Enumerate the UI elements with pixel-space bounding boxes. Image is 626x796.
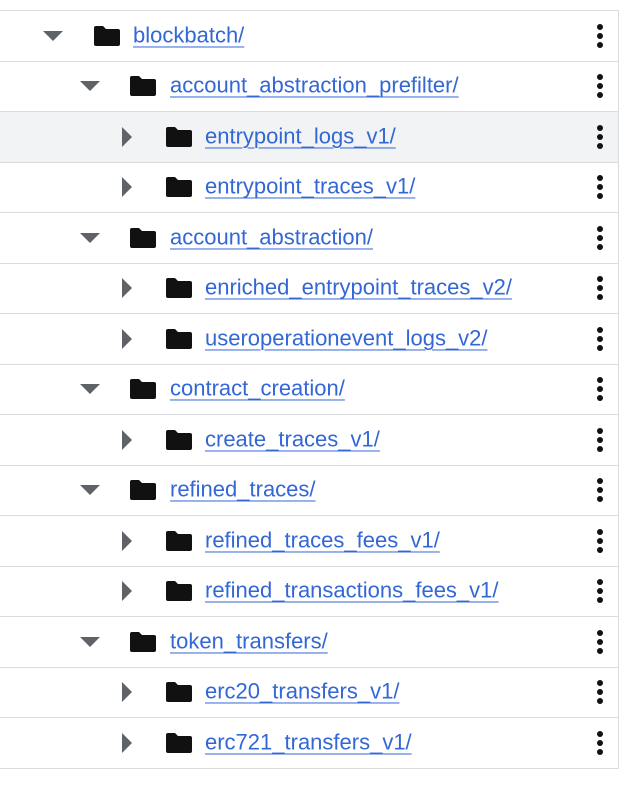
expand-toggle[interactable] <box>115 731 139 755</box>
folder-icon <box>166 530 192 551</box>
folder-icon <box>130 379 156 400</box>
folder-icon <box>166 328 192 349</box>
more-vertical-icon[interactable] <box>588 526 612 556</box>
folder-icon <box>166 732 192 753</box>
folder-link[interactable]: create_traces_v1/ <box>205 426 380 452</box>
collapse-toggle[interactable] <box>41 24 65 48</box>
folder-link[interactable]: erc721_transfers_v1/ <box>205 729 412 755</box>
collapse-toggle[interactable] <box>78 630 102 654</box>
more-vertical-icon[interactable] <box>588 324 612 354</box>
folder-icon <box>166 581 192 602</box>
expand-toggle[interactable] <box>115 529 139 553</box>
tree-row-5: enriched_entrypoint_traces_v2/ <box>0 264 618 314</box>
folder-link[interactable]: entrypoint_traces_v1/ <box>205 174 415 200</box>
expand-toggle[interactable] <box>115 579 139 603</box>
triangle-right-icon <box>122 682 132 703</box>
tree-row-8: create_traces_v1/ <box>0 415 618 466</box>
folder-icon <box>130 76 156 97</box>
triangle-right-icon <box>122 278 132 299</box>
folder-icon <box>130 480 156 501</box>
folder-icon <box>130 227 156 248</box>
more-vertical-icon[interactable] <box>588 728 612 758</box>
folder-icon <box>94 25 120 46</box>
tree-row-4: account_abstraction/ <box>0 213 618 264</box>
folder-link[interactable]: refined_transactions_fees_v1/ <box>205 578 499 604</box>
folder-icon <box>130 631 156 652</box>
folder-link[interactable]: account_abstraction/ <box>170 224 373 250</box>
collapse-toggle[interactable] <box>78 377 102 401</box>
expand-toggle[interactable] <box>115 680 139 704</box>
folder-icon <box>166 126 192 147</box>
more-vertical-icon[interactable] <box>588 122 612 152</box>
triangle-right-icon <box>122 429 132 450</box>
expand-toggle[interactable] <box>115 125 139 149</box>
tree-row-14: erc721_transfers_v1/ <box>0 718 618 769</box>
expand-toggle[interactable] <box>115 428 139 452</box>
folder-link[interactable]: erc20_transfers_v1/ <box>205 679 399 705</box>
collapse-toggle[interactable] <box>78 478 102 502</box>
tree-row-1: account_abstraction_prefilter/ <box>0 62 618 112</box>
folder-link[interactable]: useroperationevent_logs_v2/ <box>205 325 488 351</box>
triangle-down-icon <box>80 636 100 647</box>
tree-row-0: blockbatch/ <box>0 11 618 62</box>
tree-row-2: entrypoint_logs_v1/ <box>0 112 618 163</box>
more-vertical-icon[interactable] <box>588 576 612 606</box>
tree-row-12: token_transfers/ <box>0 617 618 668</box>
folder-link[interactable]: refined_traces/ <box>170 477 316 503</box>
more-vertical-icon[interactable] <box>588 475 612 505</box>
triangle-right-icon <box>122 126 132 147</box>
triangle-down-icon <box>80 81 100 92</box>
triangle-down-icon <box>80 384 100 395</box>
folder-icon <box>166 429 192 450</box>
tree-row-6: useroperationevent_logs_v2/ <box>0 314 618 365</box>
tree-row-9: refined_traces/ <box>0 466 618 516</box>
folder-link[interactable]: entrypoint_logs_v1/ <box>205 123 396 149</box>
more-vertical-icon[interactable] <box>588 627 612 657</box>
folder-link[interactable]: enriched_entrypoint_traces_v2/ <box>205 275 512 301</box>
triangle-down-icon <box>80 232 100 243</box>
expand-toggle[interactable] <box>115 175 139 199</box>
expand-toggle[interactable] <box>115 327 139 351</box>
expand-toggle[interactable] <box>115 276 139 300</box>
more-vertical-icon[interactable] <box>588 677 612 707</box>
more-vertical-icon[interactable] <box>588 425 612 455</box>
folder-link[interactable]: refined_traces_fees_v1/ <box>205 527 440 553</box>
more-vertical-icon[interactable] <box>588 71 612 101</box>
tree-row-11: refined_transactions_fees_v1/ <box>0 567 618 617</box>
tree-row-13: erc20_transfers_v1/ <box>0 668 618 718</box>
more-vertical-icon[interactable] <box>588 21 612 51</box>
triangle-right-icon <box>122 177 132 198</box>
more-vertical-icon[interactable] <box>588 223 612 253</box>
triangle-down-icon <box>43 30 63 41</box>
triangle-right-icon <box>122 581 132 602</box>
more-vertical-icon[interactable] <box>588 172 612 202</box>
triangle-down-icon <box>80 485 100 496</box>
folder-icon <box>166 682 192 703</box>
more-vertical-icon[interactable] <box>588 273 612 303</box>
folder-icon <box>166 278 192 299</box>
more-vertical-icon[interactable] <box>588 374 612 404</box>
folder-link[interactable]: account_abstraction_prefilter/ <box>170 73 459 99</box>
triangle-right-icon <box>122 530 132 551</box>
tree-row-3: entrypoint_traces_v1/ <box>0 163 618 213</box>
triangle-right-icon <box>122 732 132 753</box>
folder-link[interactable]: token_transfers/ <box>170 628 328 654</box>
folder-link[interactable]: contract_creation/ <box>170 376 345 402</box>
folder-link[interactable]: blockbatch/ <box>133 22 244 48</box>
folder-tree: blockbatch/ account_abstraction_prefilte… <box>0 10 619 769</box>
triangle-right-icon <box>122 328 132 349</box>
tree-row-10: refined_traces_fees_v1/ <box>0 516 618 567</box>
collapse-toggle[interactable] <box>78 74 102 98</box>
folder-icon <box>166 177 192 198</box>
tree-row-7: contract_creation/ <box>0 365 618 415</box>
collapse-toggle[interactable] <box>78 226 102 250</box>
